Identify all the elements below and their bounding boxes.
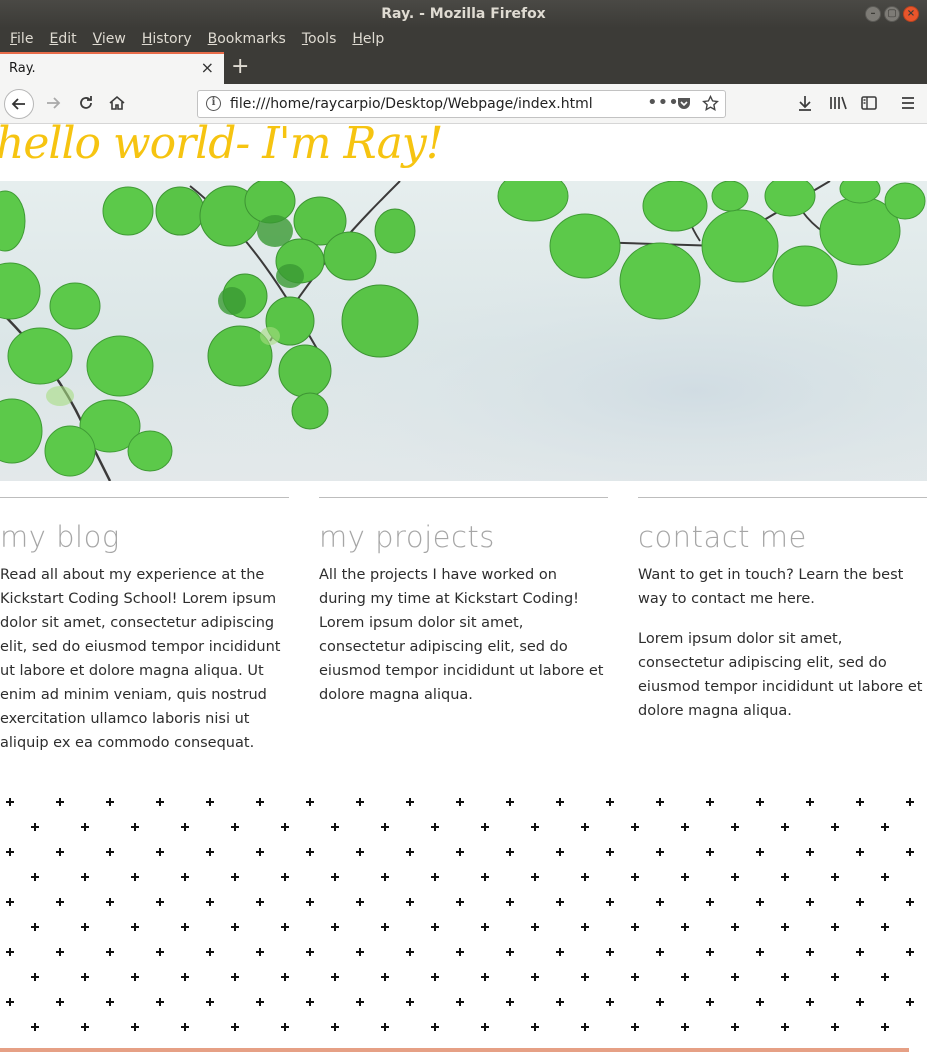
back-arrow-icon[interactable]: [4, 89, 34, 119]
window-title: Ray. - Mozilla Firefox: [381, 6, 546, 22]
menu-view-rest: iew: [101, 31, 126, 47]
tab-bar: Ray. × +: [0, 52, 927, 84]
page-bottom-accent-line: [0, 1048, 909, 1052]
banner-image: [0, 181, 927, 481]
tab-close-icon[interactable]: ×: [201, 58, 214, 77]
menu-file[interactable]: File: [2, 28, 41, 52]
hero-title: hello world- I'm Ray!: [0, 124, 443, 169]
projects-text: All the projects I have worked on during…: [319, 567, 604, 703]
reload-icon[interactable]: [77, 94, 95, 117]
url-text[interactable]: file:///home/raycarpio/Desktop/Webpage/i…: [230, 96, 593, 112]
menu-bookmarks[interactable]: Bookmarks: [200, 28, 294, 52]
menu-history-rest: istory: [152, 31, 192, 47]
menu-tools-rest: ools: [308, 31, 337, 47]
menu-view-mnemonic: V: [92, 31, 102, 47]
blog-heading[interactable]: my blog: [0, 520, 289, 554]
window-controls: – ▢ ×: [865, 6, 919, 22]
home-icon[interactable]: [108, 94, 126, 117]
menu-history-mnemonic: H: [141, 31, 153, 47]
navigation-bar: i file:///home/raycarpio/Desktop/Webpage…: [0, 84, 927, 124]
menu-file-rest: ile: [17, 31, 34, 47]
column-divider: [319, 497, 608, 498]
blog-text: Read all about my experience at the Kick…: [0, 567, 281, 751]
menu-bookmarks-mnemonic: B: [207, 31, 218, 47]
menu-history[interactable]: History: [134, 28, 200, 52]
menu-edit-rest: dit: [58, 31, 77, 47]
library-icon[interactable]: [828, 94, 848, 117]
forward-arrow-icon[interactable]: [44, 94, 62, 117]
column-divider: [638, 497, 927, 498]
contact-text: Want to get in touch? Learn the best way…: [638, 567, 904, 607]
pocket-icon[interactable]: [676, 95, 692, 115]
leaves-illustration: [0, 181, 927, 481]
window-titlebar: Ray. - Mozilla Firefox – ▢ ×: [0, 0, 927, 28]
hamburger-menu-icon[interactable]: [900, 94, 916, 117]
menu-bookmarks-rest: ookmarks: [217, 31, 286, 47]
sidebar-icon[interactable]: [860, 94, 878, 117]
menu-help-mnemonic: H: [352, 31, 363, 47]
contact-column: contact me Want to get in touch? Learn t…: [638, 497, 927, 723]
url-bar[interactable]: i file:///home/raycarpio/Desktop/Webpage…: [197, 90, 726, 118]
blog-column: my blog Read all about my experience at …: [0, 497, 289, 755]
bookmark-star-icon[interactable]: [702, 94, 719, 116]
menu-view[interactable]: View: [85, 28, 134, 52]
projects-heading[interactable]: my projects: [319, 520, 608, 554]
menu-edit-mnemonic: E: [49, 31, 59, 47]
maximize-icon[interactable]: ▢: [884, 6, 900, 22]
projects-column: my projects All the projects I have work…: [319, 497, 608, 707]
tab-title: Ray.: [9, 61, 36, 76]
plus-pattern-svg: [0, 788, 927, 1046]
tab-active[interactable]: Ray. ×: [0, 52, 224, 84]
column-divider: [0, 497, 289, 498]
download-icon[interactable]: [796, 94, 814, 117]
menu-tools[interactable]: Tools: [294, 28, 345, 52]
close-window-icon[interactable]: ×: [903, 6, 919, 22]
page-actions-icon[interactable]: •••: [647, 92, 679, 113]
web-page: hello world- I'm Ray! my blog Read all a…: [0, 124, 927, 1053]
minimize-icon[interactable]: –: [865, 6, 881, 22]
plus-pattern: [0, 788, 927, 1046]
menu-help-rest: elp: [362, 31, 385, 47]
page-info-icon[interactable]: i: [206, 96, 221, 111]
contact-lorem-text: Lorem ipsum dolor sit amet, consectetur …: [638, 631, 923, 719]
new-tab-icon[interactable]: +: [231, 54, 249, 79]
menu-bar: File Edit View History Bookmarks Tools H…: [0, 28, 927, 52]
menu-edit[interactable]: Edit: [41, 28, 84, 52]
contact-heading[interactable]: contact me: [638, 520, 927, 554]
menu-file-mnemonic: F: [10, 31, 18, 47]
menu-help[interactable]: Help: [344, 28, 392, 52]
